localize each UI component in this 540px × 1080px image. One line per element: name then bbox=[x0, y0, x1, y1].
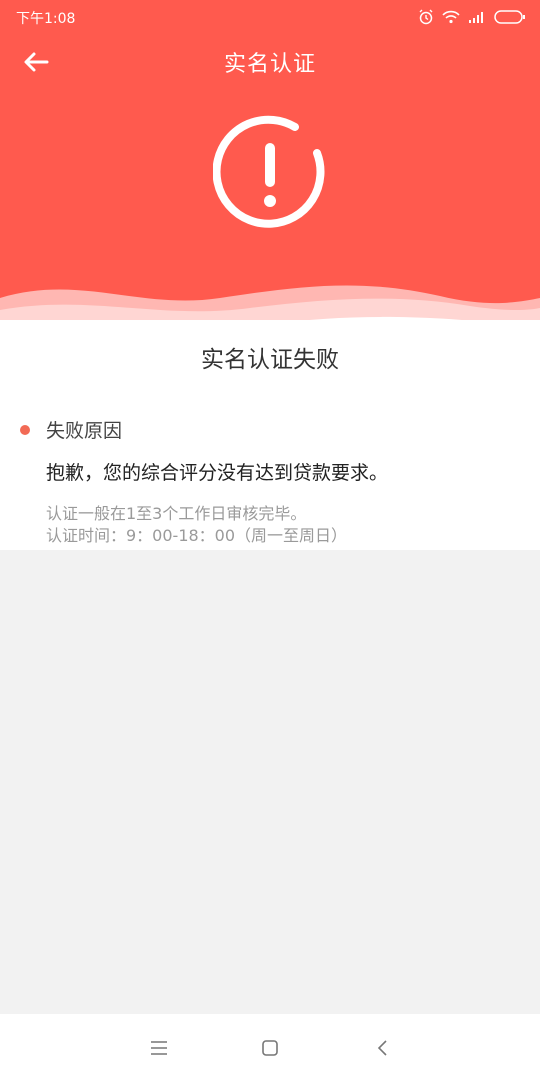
result-status-title: 实名认证失败 bbox=[201, 347, 339, 373]
nav-menu-button[interactable] bbox=[147, 1036, 171, 1060]
wifi-icon bbox=[442, 10, 460, 24]
note-review-time: 认证一般在1至3个工作日审核完毕。 bbox=[46, 504, 307, 523]
nav-home-button[interactable] bbox=[258, 1036, 282, 1060]
status-time: 下午1:08 bbox=[16, 11, 76, 27]
failure-reason-message: 抱歉，您的综合评分没有达到贷款要求。 bbox=[46, 462, 389, 484]
alarm-icon bbox=[419, 9, 433, 25]
home-square-icon bbox=[262, 1040, 278, 1056]
exclamation-circle-icon bbox=[213, 115, 325, 228]
note-service-hours: 认证时间：9：00-18：00（周一至周日） bbox=[46, 526, 348, 545]
verification-notes: 认证一般在1至3个工作日审核完毕。 认证时间：9：00-18：00（周一至周日） bbox=[46, 503, 347, 547]
battery-icon bbox=[494, 10, 525, 24]
system-nav-bar bbox=[0, 1014, 540, 1080]
header-hero: 下午1:08 实名认证 bbox=[0, 0, 540, 330]
bullet-dot bbox=[20, 424, 30, 435]
nav-back-button[interactable] bbox=[371, 1036, 395, 1060]
menu-icon bbox=[151, 1041, 167, 1055]
signal-icon bbox=[469, 12, 483, 23]
status-icons bbox=[418, 8, 526, 26]
page-title: 实名认证 bbox=[223, 52, 316, 77]
back-chevron-icon bbox=[377, 1040, 387, 1056]
status-bar: 下午1:08 bbox=[0, 0, 540, 32]
failure-reason-label: 失败原因 bbox=[46, 420, 123, 442]
app-bar: 实名认证 bbox=[0, 32, 540, 90]
failure-reason-header: 失败原因 bbox=[20, 416, 122, 443]
